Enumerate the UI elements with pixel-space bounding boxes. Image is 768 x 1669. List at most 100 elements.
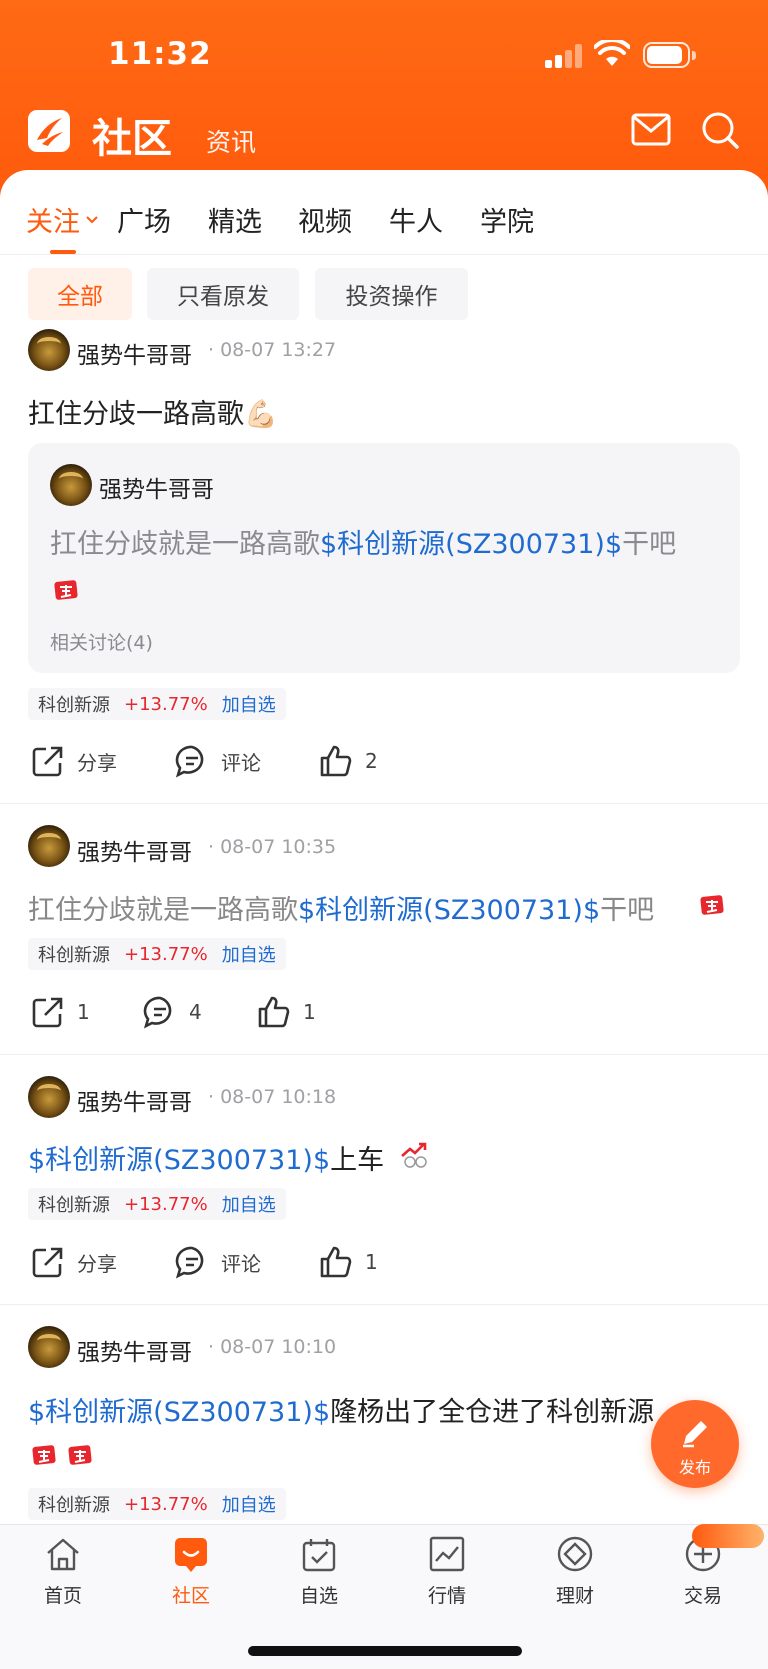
stock-link[interactable]: $科创新源(SZ300731)$ [28, 1397, 330, 1428]
like-button[interactable]: 2 [319, 744, 378, 778]
pencil-icon [683, 1421, 707, 1448]
stock-name: 科创新源 [38, 945, 110, 966]
avatar[interactable] [28, 825, 70, 867]
divider [0, 1054, 768, 1055]
share-button[interactable]: 分享 [31, 1245, 117, 1279]
cellular-signal-icon [545, 44, 583, 68]
search-icon[interactable] [700, 110, 740, 150]
stock-tag[interactable]: 科创新源 +13.77% 加自选 [28, 1488, 286, 1520]
share-button[interactable]: 1 [31, 995, 90, 1029]
stock-tag[interactable]: 科创新源 +13.77% 加自选 [28, 1188, 286, 1220]
watchlist-icon [302, 1539, 336, 1572]
post-time: · 08-07 13:27 [208, 339, 337, 361]
tab-experts[interactable]: 牛人 [389, 200, 443, 239]
post-text[interactable]: $科创新源(SZ300731)$上车 [28, 1138, 384, 1177]
thumbs-up-icon [320, 1246, 352, 1278]
filter-all[interactable]: 全部 [28, 268, 132, 320]
filter-original-only[interactable]: 只看原发 [147, 268, 299, 320]
stock-change: +13.77% [124, 1493, 208, 1515]
stock-name: 科创新源 [38, 1195, 110, 1216]
divider [0, 1304, 768, 1305]
author-name[interactable]: 强势牛哥哥 [77, 336, 192, 370]
comment-icon [175, 745, 204, 778]
buy-sticker-icon [68, 1445, 92, 1465]
nav-market[interactable]: 行情 [397, 1525, 497, 1625]
avatar[interactable] [28, 1076, 70, 1118]
avatar[interactable] [50, 464, 92, 506]
avatar[interactable] [28, 1326, 70, 1368]
comment-button[interactable]: 评论 [175, 1245, 261, 1279]
buy-sticker-icon [54, 580, 78, 600]
wealth-icon [557, 1536, 593, 1572]
wifi-icon [594, 40, 630, 66]
status-time: 11:32 [108, 36, 212, 72]
comment-icon [143, 996, 172, 1029]
stock-link[interactable]: $科创新源(SZ300731)$ [298, 895, 600, 926]
stock-change: +13.77% [124, 943, 208, 965]
like-button[interactable]: 1 [319, 1245, 378, 1279]
channel-tabs: 关注 广场 精选 视频 牛人 学院 [0, 200, 768, 255]
post-text[interactable]: 扛住分歧一路高歌💪🏻 [28, 392, 278, 431]
nav-home[interactable]: 首页 [13, 1525, 113, 1625]
app-logo [28, 110, 70, 152]
stock-change: +13.77% [124, 1193, 208, 1215]
author-name[interactable]: 强势牛哥哥 [77, 1333, 192, 1367]
divider [0, 254, 768, 255]
tab-video[interactable]: 视频 [298, 200, 352, 239]
battery-icon [643, 42, 696, 68]
share-icon [32, 1247, 63, 1278]
market-icon [429, 1536, 465, 1572]
post-time: · 08-07 10:18 [208, 1086, 337, 1108]
nav-watchlist[interactable]: 自选 [269, 1525, 369, 1625]
home-indicator [248, 1646, 522, 1656]
nav-community[interactable]: 社区 [141, 1525, 241, 1625]
community-icon [175, 1538, 207, 1572]
promo-badge[interactable] [692, 1524, 764, 1548]
news-link[interactable]: 资讯 [206, 123, 256, 159]
tab-featured[interactable]: 精选 [208, 200, 262, 239]
comment-icon [175, 1246, 204, 1279]
thumbs-up-icon [320, 745, 352, 777]
divider [0, 803, 768, 804]
post-time: · 08-07 10:35 [208, 836, 337, 858]
share-button[interactable]: 分享 [31, 744, 117, 778]
add-watchlist-button[interactable]: 加自选 [222, 1491, 276, 1517]
post-text[interactable]: $科创新源(SZ300731)$隆杨出了全仓进了科创新源 [28, 1390, 738, 1429]
add-watchlist-button[interactable]: 加自选 [222, 1191, 276, 1217]
stock-name: 科创新源 [38, 695, 110, 716]
tab-follow[interactable]: 关注 [26, 200, 80, 239]
comment-button[interactable]: 评论 [175, 744, 261, 778]
post-text[interactable]: 扛住分歧就是一路高歌$科创新源(SZ300731)$干吧 [28, 888, 654, 927]
rising-chart-emoji-icon [401, 1142, 427, 1168]
nav-wealth[interactable]: 理财 [525, 1525, 625, 1625]
author-name[interactable]: 强势牛哥哥 [77, 1083, 192, 1117]
related-discussion[interactable]: 相关讨论(4) [50, 628, 153, 655]
tab-academy[interactable]: 学院 [480, 200, 534, 239]
quoted-post-text[interactable]: 扛住分歧就是一路高歌$科创新源(SZ300731)$干吧 [50, 522, 676, 561]
stock-name: 科创新源 [38, 1495, 110, 1516]
home-icon [47, 1538, 79, 1571]
add-watchlist-button[interactable]: 加自选 [222, 941, 276, 967]
comment-button[interactable]: 4 [143, 995, 202, 1029]
stock-tag[interactable]: 科创新源 +13.77% 加自选 [28, 688, 286, 720]
author-name[interactable]: 强势牛哥哥 [77, 833, 192, 867]
publish-button[interactable]: 发布 [651, 1400, 739, 1488]
stock-link[interactable]: $科创新源(SZ300731)$ [28, 1145, 330, 1176]
stock-link[interactable]: $科创新源(SZ300731)$ [320, 529, 622, 560]
stock-tag[interactable]: 科创新源 +13.77% 加自选 [28, 938, 286, 970]
buy-sticker-icon [32, 1445, 56, 1465]
share-icon [32, 997, 63, 1028]
buy-sticker-icon [700, 895, 724, 915]
tab-square[interactable]: 广场 [117, 200, 171, 239]
filter-trading-ops[interactable]: 投资操作 [315, 268, 468, 320]
stock-change: +13.77% [124, 693, 208, 715]
avatar[interactable] [28, 329, 70, 371]
add-watchlist-button[interactable]: 加自选 [222, 691, 276, 717]
page-title: 社区 [92, 116, 172, 162]
mail-icon[interactable] [631, 113, 671, 146]
chevron-down-icon[interactable] [86, 216, 98, 224]
quoted-author-name[interactable]: 强势牛哥哥 [99, 470, 214, 504]
share-icon [32, 746, 63, 777]
thumbs-up-icon [258, 996, 290, 1028]
like-button[interactable]: 1 [257, 995, 316, 1029]
